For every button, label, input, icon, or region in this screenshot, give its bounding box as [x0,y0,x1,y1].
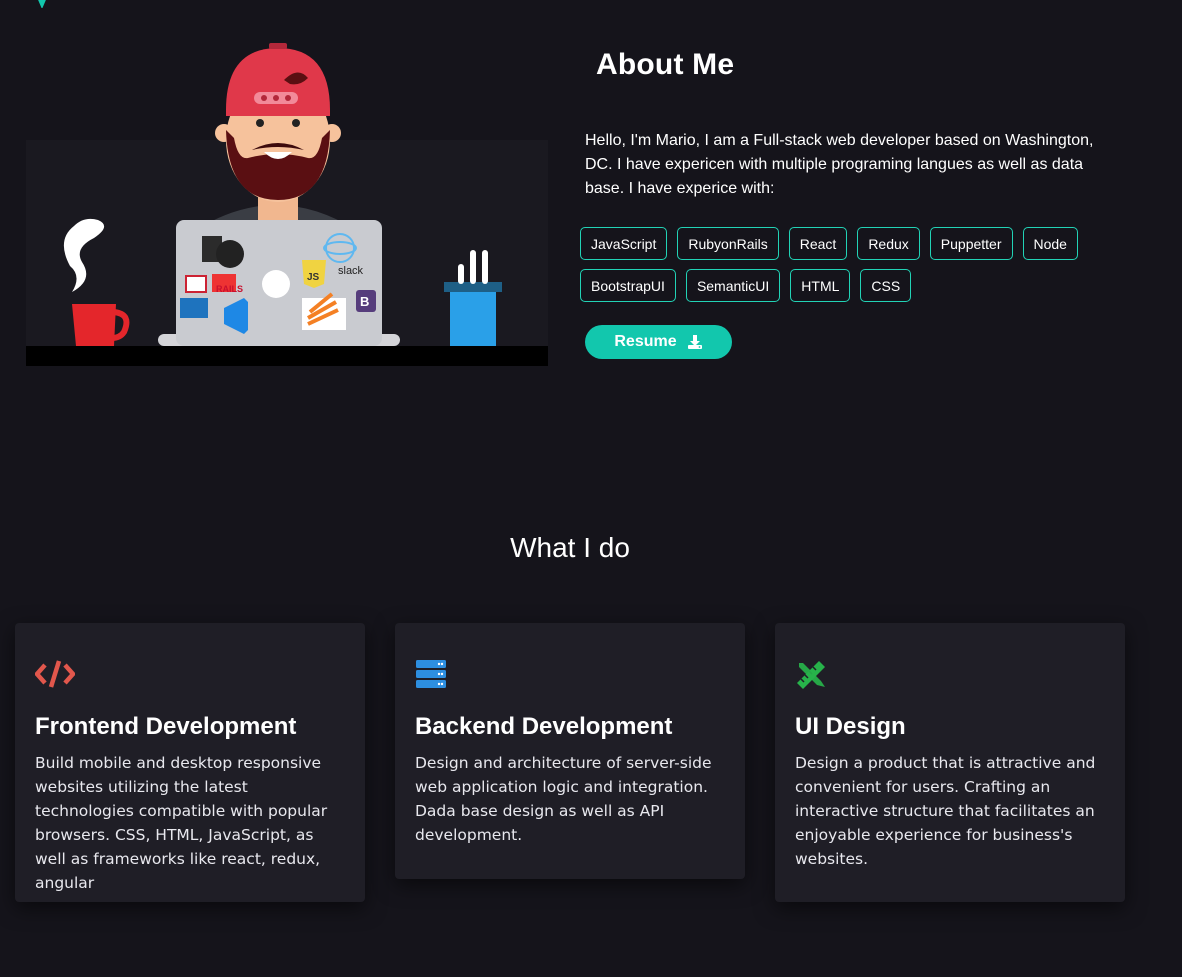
server-icon [416,660,446,688]
service-card-frontend: Frontend Development Build mobile and de… [15,623,365,902]
skill-tag: RubyonRails [677,227,779,260]
service-title: Backend Development [415,713,673,740]
skill-tag: React [788,227,848,260]
skill-tag: Node [1022,227,1078,260]
services-title: What I do [510,532,630,563]
service-description: Design a product that is attractive and … [795,754,1096,868]
bootstrap-sticker: B [360,294,369,309]
rails-sticker: RAILS [216,284,243,294]
code-icon [35,660,75,688]
developer-illustration: RAILS slack JS B [26,43,548,366]
service-title: Frontend Development [35,713,297,740]
service-description: Design and architecture of server-side w… [415,754,712,844]
resume-button-label: Resume [614,333,677,350]
skill-tag: SemanticUI [685,269,781,302]
about-description: Hello, I'm Mario, I am a Full-stack web … [585,132,1094,197]
skill-tag: JavaScript [580,227,668,260]
skill-tag: CSS [860,269,912,302]
slack-sticker: slack [338,265,364,277]
skill-tag: Puppetter [929,227,1013,260]
skill-tag: HTML [790,269,851,302]
service-description: Build mobile and desktop responsive webs… [35,754,328,892]
resume-button[interactable]: Resume [585,325,732,359]
skill-tag: Redux [857,227,920,260]
skills-list: JavaScript RubyonRails React Redux Puppe… [580,227,1110,302]
about-title: About Me [596,48,735,81]
service-card-backend: Backend Development Design and architect… [395,623,745,879]
desk [26,346,548,366]
service-title: UI Design [795,713,906,740]
pencil-ruler-icon [797,661,825,689]
skill-tag: BootstrapUI [580,269,676,302]
download-icon [687,335,702,349]
service-card-ui-design: UI Design Design a product that is attra… [775,623,1125,902]
js-sticker: JS [307,272,320,283]
site-logo-icon[interactable] [34,0,60,8]
